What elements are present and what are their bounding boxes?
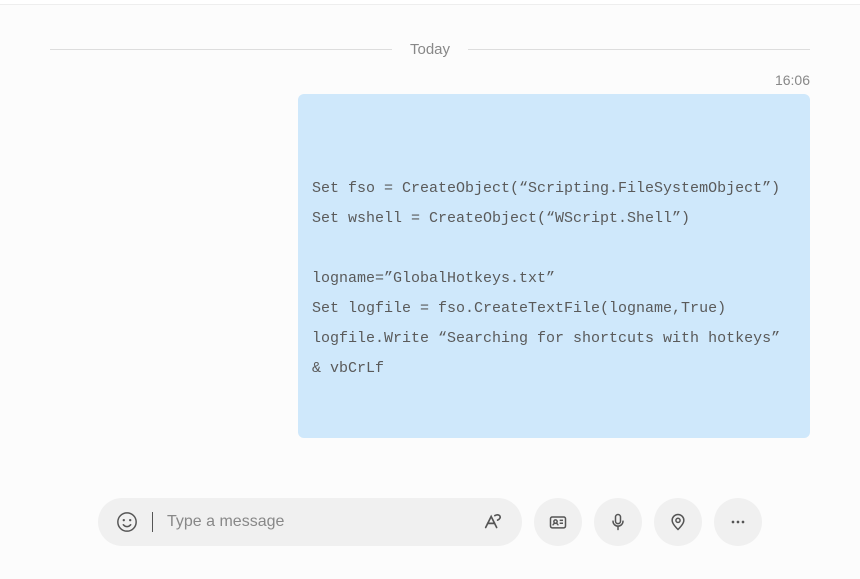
composer — [98, 498, 762, 546]
microphone-button[interactable] — [594, 498, 642, 546]
more-button[interactable] — [714, 498, 762, 546]
message-bubble[interactable]: Set fso = CreateObject(“Scripting.FileSy… — [298, 94, 810, 438]
message-timestamp: 16:06 — [50, 72, 810, 88]
handwriting-icon[interactable] — [482, 511, 504, 533]
separator-line-left — [50, 49, 392, 50]
date-separator-label: Today — [392, 41, 468, 58]
message-input[interactable] — [167, 513, 468, 531]
separator-line-right — [468, 49, 810, 50]
date-separator: Today — [50, 41, 810, 58]
contact-card-button[interactable] — [534, 498, 582, 546]
message-row: Set fso = CreateObject(“Scripting.FileSy… — [50, 94, 810, 438]
message-input-container[interactable] — [98, 498, 522, 546]
text-cursor — [152, 512, 153, 532]
top-bar — [0, 0, 860, 5]
message-code-content: Set fso = CreateObject(“Scripting.FileSy… — [312, 174, 796, 384]
location-button[interactable] — [654, 498, 702, 546]
emoji-icon[interactable] — [116, 511, 138, 533]
